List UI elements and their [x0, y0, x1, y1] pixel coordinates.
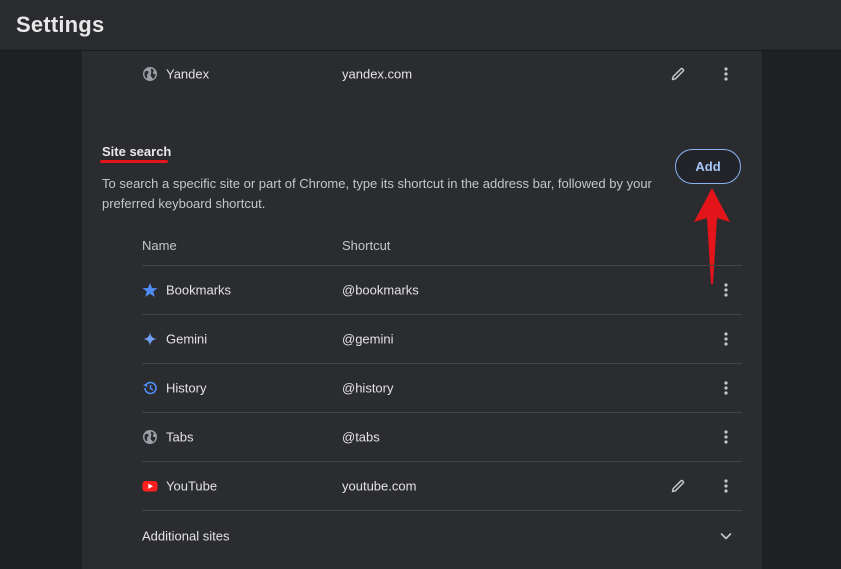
- sparkle-icon: [142, 331, 158, 347]
- more-options-icon[interactable]: [714, 278, 738, 302]
- site-search-name: Bookmarks: [166, 282, 232, 298]
- site-search-shortcut: @tabs: [342, 429, 380, 445]
- annotation-underline: [100, 160, 168, 163]
- page-title: Settings: [16, 12, 105, 37]
- site-search-name: Gemini: [166, 331, 208, 347]
- globe-icon: [142, 66, 158, 82]
- site-search-row-tabs: Tabs @tabs: [142, 412, 742, 461]
- more-options-icon[interactable]: [714, 425, 738, 449]
- more-options-icon[interactable]: [714, 376, 738, 400]
- site-search-description: To search a specific site or part of Chr…: [102, 176, 652, 211]
- additional-sites-expander[interactable]: Additional sites: [142, 510, 742, 560]
- star-icon: [142, 282, 158, 298]
- site-search-shortcut: youtube.com: [342, 478, 417, 494]
- history-icon: [142, 380, 158, 396]
- edit-pencil-icon[interactable]: [666, 474, 690, 498]
- site-search-shortcut: @history: [342, 380, 394, 396]
- add-site-search-button[interactable]: Add: [675, 149, 741, 184]
- edit-pencil-icon[interactable]: [666, 62, 690, 86]
- more-options-icon[interactable]: [714, 62, 738, 86]
- site-search-row-youtube: YouTube youtube.com: [142, 461, 742, 510]
- site-search-shortcut: @bookmarks: [342, 282, 419, 298]
- chevron-down-icon[interactable]: [714, 524, 738, 548]
- site-search-row-bookmarks: Bookmarks @bookmarks: [142, 265, 742, 314]
- search-engine-shortcut: yandex.com: [342, 66, 413, 81]
- site-search-shortcut: @gemini: [342, 331, 394, 347]
- search-engine-row-yandex: Yandex yandex.com: [142, 49, 742, 98]
- top-bar: Settings: [0, 0, 841, 51]
- column-header-name: Name: [142, 238, 177, 253]
- site-search-name: Tabs: [166, 429, 194, 445]
- youtube-icon: [142, 478, 158, 494]
- search-engine-name: Yandex: [166, 66, 210, 81]
- more-options-icon[interactable]: [714, 327, 738, 351]
- site-search-name: History: [166, 380, 207, 396]
- more-options-icon[interactable]: [714, 474, 738, 498]
- globe-icon: [142, 429, 158, 445]
- site-search-name: YouTube: [166, 478, 218, 494]
- site-search-heading: Site search: [102, 144, 172, 159]
- site-search-row-history: History @history: [142, 363, 742, 412]
- site-search-row-gemini: Gemini @gemini: [142, 314, 742, 363]
- column-header-shortcut: Shortcut: [342, 238, 391, 253]
- additional-sites-label: Additional sites: [142, 528, 230, 543]
